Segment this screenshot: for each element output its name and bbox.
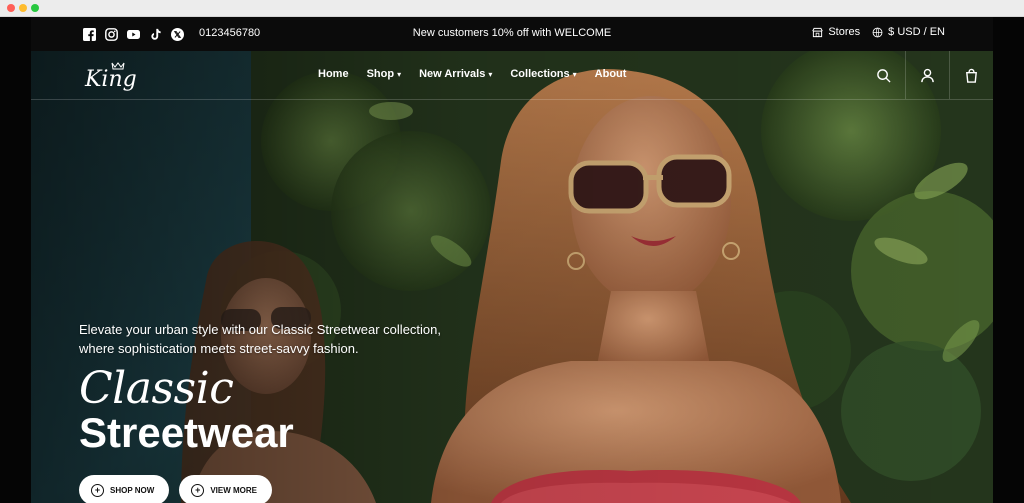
main-navigation: King Home Shop ▾ New Arrivals ▾ Collection… <box>31 51 993 100</box>
currency-language-label: $ USD / EN <box>888 26 945 38</box>
account-button[interactable] <box>905 51 949 99</box>
x-icon[interactable] <box>171 27 184 41</box>
browser-chrome <box>0 0 1024 17</box>
plus-circle-icon: + <box>91 483 104 497</box>
menu-item-about[interactable]: About <box>595 68 627 80</box>
instagram-icon[interactable] <box>105 27 118 41</box>
account-icon <box>921 68 934 82</box>
chevron-down-icon: ▾ <box>488 69 493 79</box>
facebook-icon[interactable] <box>83 27 96 41</box>
plus-circle-icon: + <box>191 483 205 497</box>
menu-item-shop[interactable]: Shop ▾ <box>367 68 402 80</box>
hero-content: Elevate your urban style with our Classi… <box>79 320 449 456</box>
storefront-page: 0123456780 New customers 10% off with WE… <box>31 17 993 503</box>
hero-description: Elevate your urban style with our Classi… <box>79 322 441 356</box>
social-links <box>83 26 184 42</box>
primary-menu: Home Shop ▾ New Arrivals ▾ Collections ▾ Ab… <box>318 68 626 80</box>
menu-item-home[interactable]: Home <box>318 68 349 80</box>
header-actions <box>862 51 993 99</box>
minimize-window-dot[interactable] <box>19 4 27 12</box>
cart-button[interactable] <box>949 51 993 99</box>
youtube-icon[interactable] <box>127 28 140 41</box>
chevron-down-icon: ▾ <box>397 69 402 79</box>
search-icon <box>877 68 891 83</box>
topbar-utilities: Stores $ USD / EN <box>812 26 945 38</box>
store-icon <box>812 27 824 37</box>
menu-item-collections[interactable]: Collections ▾ <box>510 68 576 80</box>
globe-icon <box>872 27 883 37</box>
announcement-bar: 0123456780 New customers 10% off with WE… <box>31 17 993 51</box>
menu-item-new-arrivals[interactable]: New Arrivals ▾ <box>419 68 492 80</box>
shop-now-button[interactable]: + SHOP NOW <box>79 475 170 503</box>
shop-now-label: SHOP NOW <box>110 485 155 495</box>
cart-icon <box>966 68 977 83</box>
page-frame: 0123456780 New customers 10% off with WE… <box>0 17 1024 503</box>
view-more-button[interactable]: + VIEW MORE <box>179 475 272 503</box>
search-button[interactable] <box>862 51 905 99</box>
store-logo[interactable]: King <box>83 60 141 94</box>
svg-text:King: King <box>84 67 137 92</box>
close-window-dot[interactable] <box>7 4 15 12</box>
hero-title-bold: Streetwear <box>79 409 294 456</box>
hero-title-italic: Classic <box>79 363 234 414</box>
phone-number[interactable]: 0123456780 <box>199 27 260 39</box>
stores-label: Stores <box>828 26 861 38</box>
maximize-window-dot[interactable] <box>31 4 39 12</box>
promo-message: New customers 10% off with WELCOME <box>412 27 612 39</box>
view-more-label: VIEW MORE <box>210 485 257 495</box>
hero-actions: + SHOP NOW + VIEW MORE <box>79 475 272 503</box>
currency-language-selector[interactable]: $ USD / EN <box>872 26 945 38</box>
stores-link[interactable]: Stores <box>812 26 860 38</box>
tiktok-icon[interactable] <box>149 28 162 41</box>
king-logo: King <box>84 62 137 92</box>
chevron-down-icon: ▾ <box>572 69 577 79</box>
